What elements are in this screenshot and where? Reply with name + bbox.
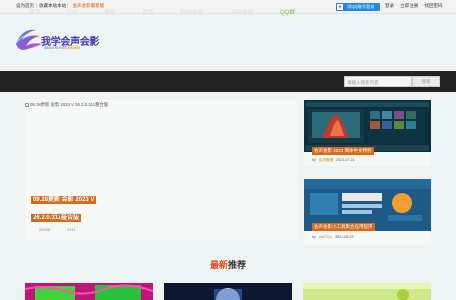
side-post-author[interactable]: 会员管理: [319, 158, 333, 162]
recommend-thumbnail[interactable]: [303, 283, 431, 300]
featured-post-replies: 2111: [67, 227, 76, 232]
featured-post-views: 26930: [39, 227, 51, 232]
featured-post-author[interactable]: xiel2121: [39, 212, 54, 217]
search-input[interactable]: 请输入搜索内容: [344, 76, 412, 87]
side-post-title[interactable]: 会声会影 2023 简体中文特别: [312, 147, 374, 155]
broken-image-icon: [25, 102, 29, 107]
qq-login-button[interactable]: ● 用QQ账号登录: [336, 3, 380, 11]
qq-penguin-icon: ●: [336, 3, 344, 11]
register-link[interactable]: 立即注册: [400, 3, 418, 8]
side-post-date: 2021-09-27: [335, 235, 354, 239]
recommend-thumbnail[interactable]: [164, 283, 292, 300]
nav-item-vip-recharge[interactable]: VIP充值: [232, 7, 254, 16]
qq-login-label: 用QQ账号登录: [347, 4, 375, 9]
featured-post-image[interactable]: 09.28更新 会影 2023 V 26.2.0.311整合版: [25, 102, 108, 108]
nav-item-home[interactable]: 首页: [29, 7, 41, 16]
logo-swirl-icon: [16, 29, 42, 50]
featured-post-title[interactable]: 09.28更新 会影 2023 V 26.2.0.311整合版: [31, 188, 103, 224]
side-post-card[interactable]: 会声会影小工具集合应用程序 by xiel2121 2021-09-27: [304, 179, 431, 245]
nav-item-forum[interactable]: 论坛: [66, 7, 78, 16]
side-post-author[interactable]: xiel2121: [319, 235, 332, 239]
add-favorite-link[interactable]: 收藏本站: [39, 3, 57, 8]
featured-post-date: 2024-07-19: [58, 212, 79, 217]
side-post-date: 2024-07-21: [336, 158, 355, 162]
nav-item-qq-group[interactable]: QQ群: [280, 7, 295, 16]
side-post-meta: by 会员管理 2024-07-21: [312, 158, 355, 162]
featured-post-meta: by xiel2121 2024-07-19: [31, 212, 79, 217]
account-links: 登录 立即注册 找回密码: [385, 3, 448, 9]
nav-item-points-recharge[interactable]: 积分充值: [180, 7, 204, 16]
latest-recommend-heading: 最新推荐: [209, 260, 247, 270]
search-button[interactable]: 搜索: [412, 76, 440, 87]
login-link[interactable]: 登录: [385, 3, 394, 8]
logo-url: www.hvs45.ncom: [44, 45, 81, 50]
side-post-meta: by xiel2121 2021-09-27: [312, 235, 354, 239]
side-post-card[interactable]: 会声会影 2023 简体中文特别 by 会员管理 2024-07-21: [304, 100, 431, 166]
forgot-password-link[interactable]: 找回密码: [425, 3, 443, 8]
site-logo[interactable]: 我学会声会影 www.hvs45.ncom: [14, 24, 104, 58]
side-post-title[interactable]: 会声会影小工具集合应用程序: [312, 223, 375, 231]
recommend-thumbnail[interactable]: [25, 283, 153, 300]
nav-item-checkin[interactable]: 签到: [142, 7, 154, 16]
featured-post-stats: 26930 2111: [39, 227, 92, 232]
nav-item-templates[interactable]: 模板: [104, 7, 116, 16]
side-post-thumbnail: [304, 100, 431, 152]
